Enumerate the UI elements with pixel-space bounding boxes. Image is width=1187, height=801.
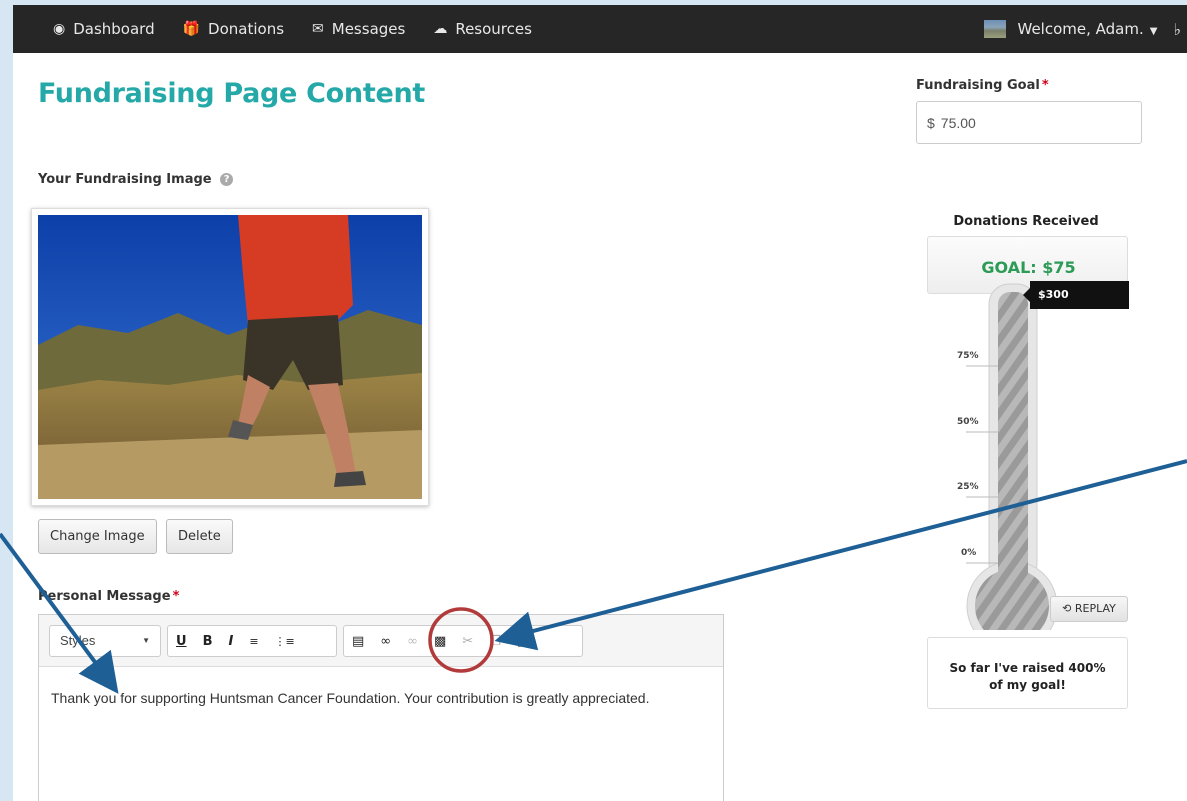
chevron-down-icon: ▼ <box>1149 26 1158 37</box>
personal-message-label-text: Personal Message <box>38 589 171 604</box>
bullet-list-button[interactable]: ⋮≡ <box>267 635 303 648</box>
styles-select-value: Styles <box>60 633 96 648</box>
insert-group: ▤ ∞ ∞ ▩ ✂ ❐ ▤ <box>343 625 583 657</box>
chevron-down-icon: ▼ <box>142 636 150 645</box>
underline-button[interactable]: U <box>168 634 195 649</box>
replay-button[interactable]: ⟲ REPLAY <box>1050 596 1128 622</box>
nav-item-label: Messages <box>331 20 406 38</box>
fundraising-goal-label: Fundraising Goal * <box>916 78 1049 93</box>
styles-dropdown[interactable]: Styles ▼ <box>49 625 161 657</box>
unlink-icon[interactable]: ∞ <box>399 634 426 649</box>
italic-button[interactable]: I <box>220 634 241 649</box>
fundraising-goal-label-text: Fundraising Goal <box>916 78 1040 93</box>
fundraising-goal-input[interactable]: $ 75.00 <box>916 101 1142 144</box>
format-group: U B I ≡ ⋮≡ <box>167 625 337 657</box>
raised-amount-tag: $300 <box>1023 281 1129 309</box>
nav-item-label: Resources <box>455 20 532 38</box>
replay-label: REPLAY <box>1074 602 1116 615</box>
cloud-icon: ☁ <box>433 21 448 37</box>
message-body[interactable]: Thank you for supporting Huntsman Cancer… <box>39 667 723 729</box>
nav-item-donations[interactable]: 🎁 Donations <box>183 20 284 38</box>
welcome-text: Welcome, Adam. <box>1017 20 1144 38</box>
bell-icon[interactable]: ♭ <box>1173 20 1181 39</box>
embed-video-icon[interactable]: ▩ <box>426 634 454 649</box>
avatar[interactable] <box>983 20 1006 38</box>
runner-photo <box>38 215 422 499</box>
cut-icon[interactable]: ✂ <box>454 634 481 649</box>
change-image-button[interactable]: Change Image <box>38 519 157 554</box>
nav-item-dashboard[interactable]: ◉ Dashboard <box>53 20 155 38</box>
personal-message-label: Personal Message * <box>38 589 179 604</box>
message-editor: Styles ▼ U B I ≡ ⋮≡ ▤ ∞ ∞ ▩ ✂ ❐ ▤ Thank … <box>38 614 724 801</box>
replay-icon: ⟲ <box>1062 602 1072 615</box>
help-icon[interactable]: ? <box>220 173 234 186</box>
required-marker: * <box>1041 78 1049 93</box>
numbered-list-button[interactable]: ≡ <box>241 635 266 648</box>
donations-received-title: Donations Received <box>953 214 1099 229</box>
top-nav: ◉ Dashboard 🎁 Donations ✉ Messages ☁ Res… <box>13 5 1187 53</box>
nav-user-area: Welcome, Adam. ▼ ♭ <box>983 5 1187 53</box>
thermometer <box>966 283 1058 630</box>
raised-summary: So far I've raised 400% of my goal! <box>927 637 1128 709</box>
link-icon[interactable]: ∞ <box>372 634 399 649</box>
tick-label-25: 25% <box>957 482 979 492</box>
nav-item-resources[interactable]: ☁ Resources <box>433 20 532 38</box>
page: ◉ Dashboard 🎁 Donations ✉ Messages ☁ Res… <box>13 0 1187 801</box>
tick-label-50: 50% <box>957 417 979 427</box>
left-border <box>0 0 13 801</box>
runner-photo-art <box>38 215 422 499</box>
envelope-icon: ✉ <box>312 21 324 37</box>
tick-label-0: 0% <box>961 548 977 558</box>
image-icon[interactable]: ▤ <box>344 634 372 649</box>
currency-symbol: $ <box>927 114 935 131</box>
copy-icon[interactable]: ❐ <box>481 634 509 649</box>
editor-toolbar: Styles ▼ U B I ≡ ⋮≡ ▤ ∞ ∞ ▩ ✂ ❐ ▤ <box>39 615 723 667</box>
delete-image-button[interactable]: Delete <box>166 519 233 554</box>
dashboard-icon: ◉ <box>53 21 66 37</box>
fundraising-image <box>31 208 429 506</box>
styles-select[interactable]: Styles ▼ <box>50 633 160 649</box>
welcome-menu[interactable]: Welcome, Adam. ▼ <box>1018 20 1158 38</box>
fundraising-image-label: Your Fundraising Image ? <box>38 172 234 187</box>
page-title: Fundraising Page Content <box>38 78 425 109</box>
nav-item-label: Donations <box>208 20 285 38</box>
tick-label-75: 75% <box>957 351 979 361</box>
fundraising-image-label-text: Your Fundraising Image <box>38 172 212 187</box>
gift-icon: 🎁 <box>182 21 201 37</box>
required-marker: * <box>172 589 180 604</box>
goal-text: GOAL: $75 <box>981 258 1076 277</box>
nav-item-label: Dashboard <box>73 20 155 38</box>
nav-item-messages[interactable]: ✉ Messages <box>312 20 405 38</box>
bold-button[interactable]: B <box>195 634 221 649</box>
paste-icon[interactable]: ▤ <box>509 634 537 649</box>
goal-value: 75.00 <box>940 114 976 131</box>
